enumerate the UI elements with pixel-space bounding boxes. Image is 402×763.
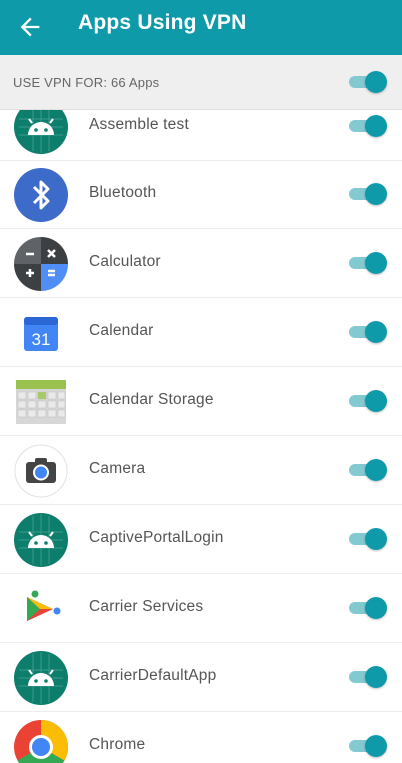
app-vpn-toggle[interactable] [347,596,387,620]
calendar-storage-icon [16,380,66,424]
app-row-calendar[interactable]: 31 Calendar [0,298,402,367]
use-vpn-label: USE VPN FOR: 66 Apps [13,75,160,90]
app-row-calculator[interactable]: Calculator [0,229,402,298]
chrome-icon [14,720,69,763]
app-name: Carrier Services [89,598,204,615]
app-name: Assemble test [89,116,189,133]
app-row-captiveportallogin[interactable]: CaptivePortalLogin [0,505,402,574]
app-name: Calendar [89,322,154,339]
carrier-services-icon [27,590,61,621]
calendar-icon: 31 [24,317,58,351]
app-vpn-toggle[interactable] [347,389,387,413]
app-name: CaptivePortalLogin [89,529,224,546]
app-row-bluetooth[interactable]: Bluetooth [0,160,402,229]
app-row-carrier-services[interactable]: Carrier Services [0,574,402,643]
use-vpn-header: USE VPN FOR: 66 Apps [0,55,402,110]
app-name: Calculator [89,253,161,270]
app-bar: Apps Using VPN [0,0,402,55]
app-list: Assemble test Bluetooth Calculator 31 Ca… [0,110,402,763]
app-row-carrierdefaultapp[interactable]: CarrierDefaultApp [0,643,402,712]
app-row-assemble-test[interactable]: Assemble test [0,110,402,161]
calendar-day-text: 31 [32,330,51,349]
app-row-camera[interactable]: Camera [0,436,402,505]
app-vpn-toggle[interactable] [347,251,387,275]
app-vpn-toggle[interactable] [347,665,387,689]
back-arrow-icon[interactable] [16,13,44,41]
app-vpn-toggle[interactable] [347,734,387,758]
app-name: Bluetooth [89,184,157,201]
bluetooth-icon [14,168,68,222]
camera-icon [14,444,68,498]
app-row-calendar-storage[interactable]: Calendar Storage [0,367,402,436]
app-vpn-toggle[interactable] [347,182,387,206]
app-name: Calendar Storage [89,391,214,408]
app-vpn-toggle[interactable] [347,114,387,138]
android-icon [14,651,68,705]
android-icon [14,110,68,154]
use-vpn-all-toggle[interactable] [347,70,387,94]
calculator-icon [14,237,68,291]
android-icon [14,513,68,567]
app-name: Chrome [89,736,146,753]
app-name: CarrierDefaultApp [89,667,217,684]
app-vpn-toggle[interactable] [347,320,387,344]
app-name: Camera [89,460,146,477]
app-vpn-toggle[interactable] [347,458,387,482]
app-row-chrome[interactable]: Chrome [0,712,402,763]
app-vpn-toggle[interactable] [347,527,387,551]
page-title: Apps Using VPN [78,11,247,34]
